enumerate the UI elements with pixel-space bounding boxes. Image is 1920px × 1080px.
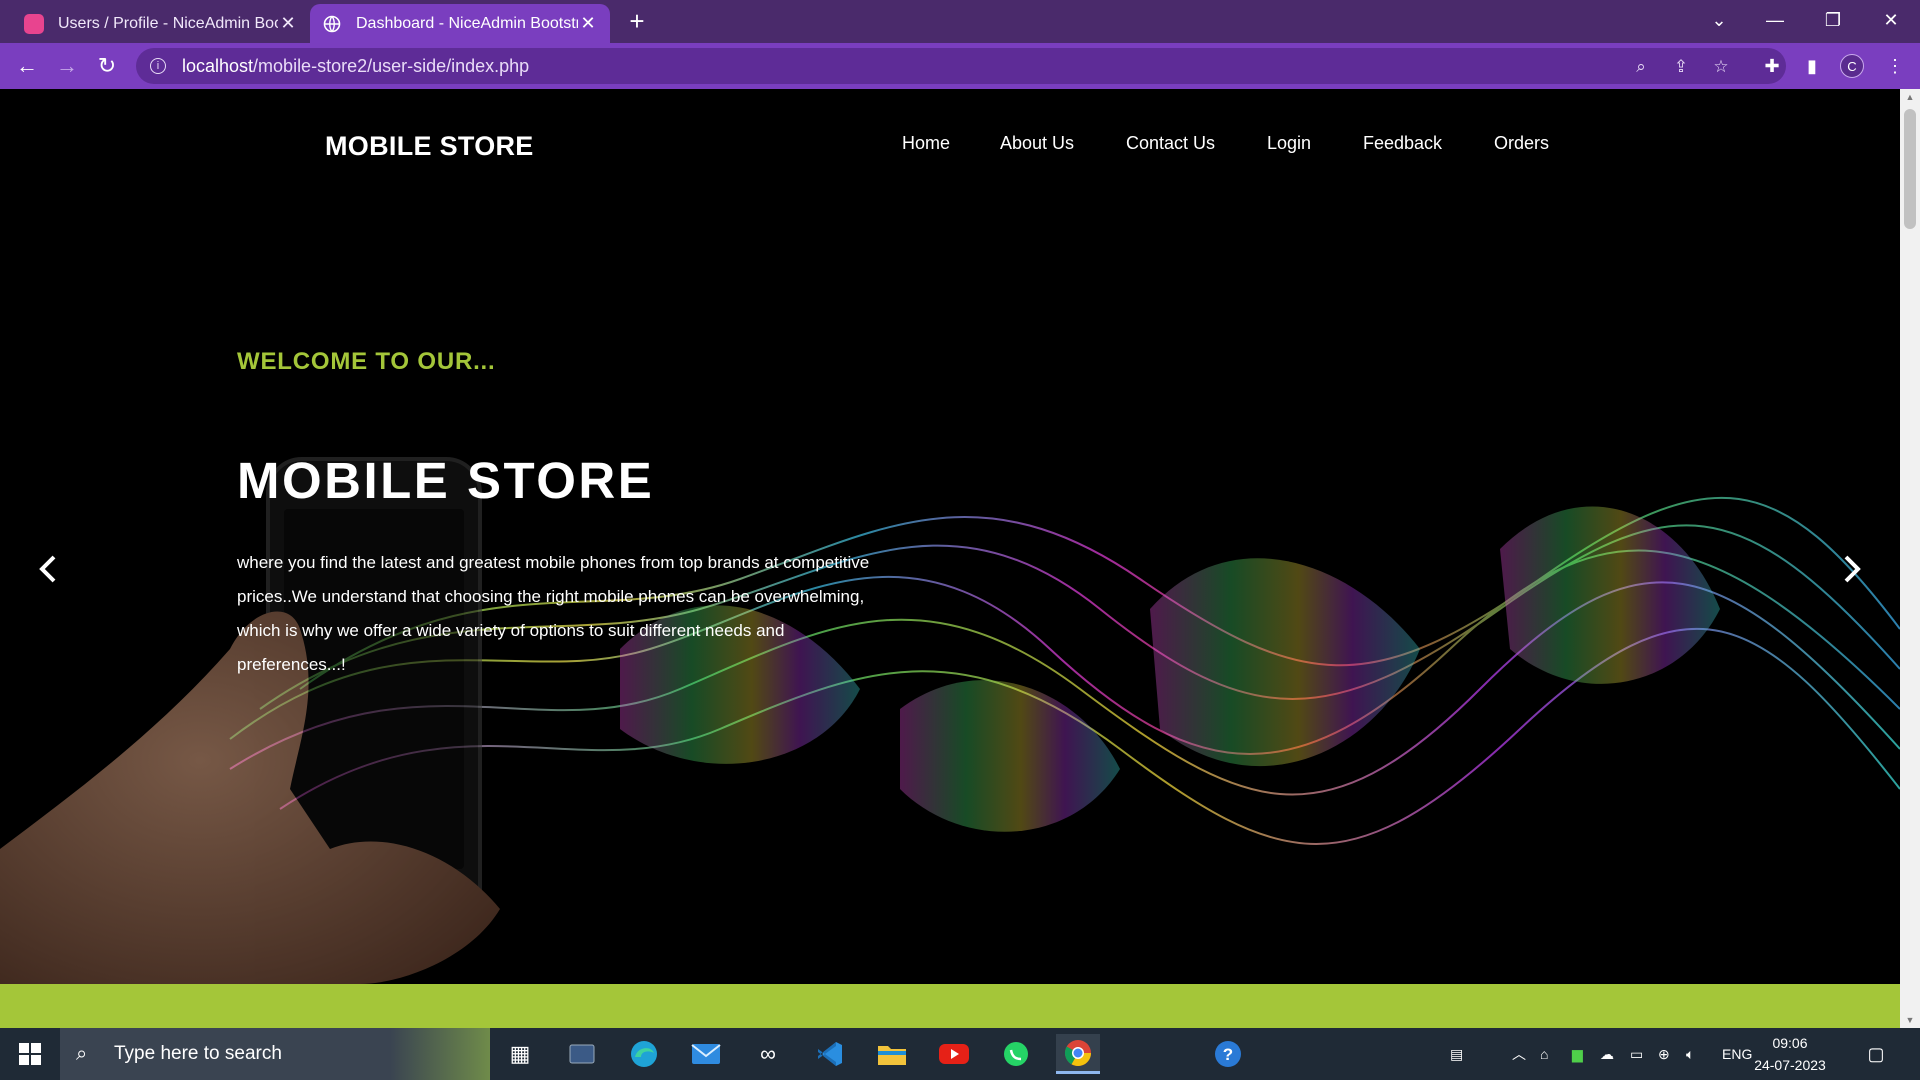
meet-now-icon[interactable]: ⌂ [1540,1028,1548,1080]
minimize-button[interactable]: — [1746,0,1804,40]
nav-about-us[interactable]: About Us [1000,133,1074,154]
news-app-icon[interactable] [560,1034,604,1074]
network-globe-icon[interactable]: ⊕ [1658,1028,1670,1080]
onedrive-cloud-icon[interactable]: ☁ [1600,1028,1614,1080]
edge-browser-icon[interactable] [622,1034,666,1074]
nav-home[interactable]: Home [902,133,950,154]
section-divider-band [0,984,1900,1028]
site-info-icon[interactable]: i [150,58,166,74]
bookmark-star-icon[interactable]: ☆ [1708,54,1734,80]
side-panel-icon[interactable]: ▮ [1797,51,1827,81]
green-tray-app-icon[interactable]: ▆ [1572,1028,1583,1080]
whatsapp-icon[interactable] [994,1034,1038,1074]
chrome-icon[interactable] [1056,1034,1100,1074]
search-placeholder: Type here to search [114,1043,282,1064]
tab-title: Users / Profile - NiceAdmin Bootstrap Te… [58,14,278,32]
extensions-icon[interactable]: ✚ [1757,51,1787,81]
infinity-app-icon[interactable]: ∞ [746,1034,790,1074]
mail-app-icon[interactable] [684,1034,728,1074]
share-icon[interactable]: ⇪ [1668,54,1694,80]
clock-date: 24-07-2023 [1754,1057,1826,1073]
forward-button[interactable]: → [52,51,82,81]
hero-background-image [0,457,1900,984]
svg-text:?: ? [1223,1045,1233,1064]
start-button[interactable] [0,1028,60,1080]
page-viewport: MOBILE STORE Home About Us Contact Us Lo… [0,89,1920,1028]
niceadmin-logo-icon [24,13,44,34]
hero-description: where you find the latest and greatest m… [237,553,870,674]
youtube-icon[interactable] [932,1034,976,1074]
carousel-next-chevron-icon[interactable] [1832,549,1872,589]
nav-contact-us[interactable]: Contact Us [1126,133,1215,154]
restore-button[interactable]: ❐ [1804,0,1862,40]
clock-time: 09:06 [1772,1035,1808,1051]
scroll-down-arrow-icon[interactable]: ▼ [1900,1012,1920,1028]
file-explorer-icon[interactable] [870,1034,914,1074]
url-text: localhost/mobile-store2/user-side/index.… [182,55,530,76]
zoom-icon[interactable]: ⌕ [1628,54,1654,80]
nav-feedback[interactable]: Feedback [1363,133,1442,154]
reload-button[interactable]: ↻ [92,51,122,81]
taskbar-clock[interactable]: 09:06 24-07-2023 [1752,1032,1828,1076]
show-hidden-icons-chevron-icon[interactable]: ︿ [1512,1028,1526,1080]
windows-logo-icon [19,1043,41,1065]
vscode-icon[interactable] [808,1034,852,1074]
page-scrollbar[interactable]: ▲ ▼ [1900,89,1920,1028]
windows-taskbar: ⌕ Type here to search ▦ ∞ ? ▤ ︿ ⌂ ▆ ☁ ▭ … [0,1028,1920,1080]
nav-login[interactable]: Login [1267,133,1311,154]
taskbar-search-box[interactable]: ⌕ Type here to search [60,1028,490,1080]
scrollbar-thumb[interactable] [1904,109,1916,229]
address-bar[interactable]: i localhost/mobile-store2/user-side/inde… [136,48,1786,84]
close-icon[interactable]: ✕ [278,13,298,34]
tab-search-icon[interactable]: ⌄ [1690,0,1748,40]
hero-title: MOBILE STORE [237,452,655,509]
back-button[interactable]: ← [12,51,42,81]
menu-kebab-icon[interactable]: ⋮ [1880,51,1910,81]
close-icon[interactable]: ✕ [578,13,598,34]
carousel-prev-chevron-icon[interactable] [28,549,68,589]
scroll-up-arrow-icon[interactable]: ▲ [1900,89,1920,105]
task-view-icon[interactable]: ▦ [498,1034,542,1074]
site-brand[interactable]: MOBILE STORE [325,131,534,162]
search-highlight-graphic [390,1028,490,1080]
nav-orders[interactable]: Orders [1494,133,1549,154]
globe-icon [322,14,342,34]
battery-icon[interactable]: ▭ [1630,1028,1643,1080]
notifications-icon[interactable]: ▢ [1862,1040,1890,1068]
hero-carousel: MOBILE STORE Home About Us Contact Us Lo… [0,89,1900,984]
tab-users-profile[interactable]: Users / Profile - NiceAdmin Bootstrap Te… [12,4,310,43]
tab-title: Dashboard - NiceAdmin Bootstrap Template [356,14,578,32]
help-icon[interactable]: ? [1206,1034,1250,1074]
volume-icon[interactable]: 🔈︎ [1686,1028,1694,1080]
browser-toolbar: ← → ↻ i localhost/mobile-store2/user-sid… [0,43,1920,89]
language-indicator[interactable]: ENG [1722,1028,1752,1080]
new-tab-button[interactable]: + [622,6,652,36]
search-icon: ⌕ [76,1042,88,1065]
profile-avatar[interactable]: C [1840,54,1864,78]
browser-tabstrip: Users / Profile - NiceAdmin Bootstrap Te… [0,0,1920,43]
window-close-button[interactable]: ✕ [1862,0,1920,40]
hero-eyebrow: WELCOME TO OUR... [237,348,496,375]
tab-dashboard[interactable]: Dashboard - NiceAdmin Bootstrap Template… [310,4,610,43]
news-widget-icon[interactable]: ▤ [1450,1028,1463,1080]
